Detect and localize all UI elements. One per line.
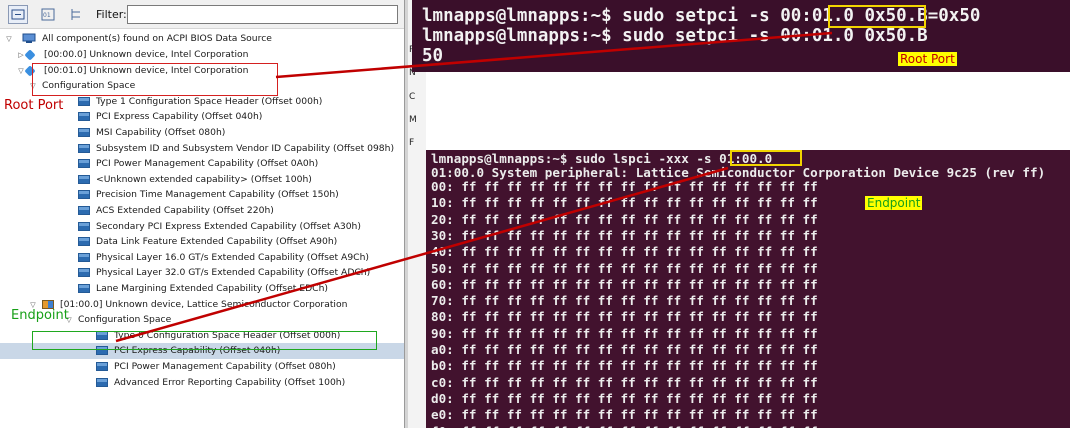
tree-item[interactable]: Advanced Error Reporting Capability (Off…: [0, 375, 404, 391]
tree-item-label: PCI Express Capability (Offset 040h): [96, 111, 263, 123]
tree-toolbar: 01 Filter:: [0, 0, 404, 29]
tree-item[interactable]: ACS Extended Capability (Offset 220h): [0, 203, 404, 219]
endpoint-box: [32, 331, 377, 350]
strip-letter: M: [409, 115, 417, 125]
terminal-line: lmnapps@lmnapps:~$ sudo setpci -s 00:01.…: [422, 26, 928, 46]
hex-dump-row: 30: ff ff ff ff ff ff ff ff ff ff ff ff …: [431, 227, 818, 243]
hex-dump-row: 70: ff ff ff ff ff ff ff ff ff ff ff ff …: [431, 293, 818, 309]
tree-item-label: <Unknown extended capability> (Offset 10…: [96, 173, 312, 185]
tree-item-label: Lane Margining Extended Capability (Offs…: [96, 283, 328, 294]
hex-dump-row: 40: ff ff ff ff ff ff ff ff ff ff ff ff …: [431, 244, 818, 260]
register-block-icon: [78, 206, 90, 215]
tree-item[interactable]: Precision Time Management Capability (Of…: [0, 187, 404, 203]
root-port-box: [32, 63, 278, 96]
tree-item-label: PCI Power Management Capability (Offset …: [114, 361, 336, 372]
hex-dump-row: e0: ff ff ff ff ff ff ff ff ff ff ff ff …: [431, 407, 818, 423]
tree-item-label: Subsystem ID and Subsystem Vendor ID Cap…: [96, 142, 395, 154]
tree-item-label: Physical Layer 32.0 GT/s Extended Capabi…: [96, 267, 371, 279]
tree-item-label: Configuration Space: [78, 314, 172, 326]
tree-item-label: Type 1 Configuration Space Header (Offse…: [96, 95, 323, 107]
hex-dump-row: 20: ff ff ff ff ff ff ff ff ff ff ff ff …: [431, 211, 818, 227]
register-block-icon: [78, 284, 90, 293]
register-block-icon: [78, 237, 90, 247]
lspci-terminal: lmnapps@lmnapps:~$ sudo lspci -xxx -s 01…: [426, 150, 1070, 428]
tree-item-label: PCI Power Management Capability (Offset …: [96, 158, 319, 170]
hex-dump-row: d0: ff ff ff ff ff ff ff ff ff ff ff ff …: [431, 390, 818, 406]
filter-label: Filter:: [96, 8, 127, 21]
expand-toggle[interactable]: ▽: [4, 31, 14, 47]
hex-dump-row: 90: ff ff ff ff ff ff ff ff ff ff ff ff …: [431, 325, 818, 341]
register-block-icon: [96, 377, 108, 387]
hex-dump-row: 60: ff ff ff ff ff ff ff ff ff ff ff ff …: [431, 276, 818, 292]
register-block-icon: [78, 221, 90, 231]
terminal-prompt: lmnapps@lmnapps:~$ sudo lspci -xxx -s 01…: [431, 151, 773, 166]
register-block-icon: [78, 128, 90, 137]
tree-item[interactable]: ▷ [00:00.0] Unknown device, Intel Corpora…: [0, 47, 404, 63]
register-block-icon: [78, 159, 90, 169]
collapse-icon: [11, 9, 25, 20]
tree-item[interactable]: <Unknown extended capability> (Offset 10…: [0, 172, 404, 188]
filter-input[interactable]: [127, 5, 398, 24]
hex-dump-row: a0: ff ff ff ff ff ff ff ff ff ff ff ff …: [431, 342, 818, 357]
tree-item-label: Secondary PCI Express Extended Capabilit…: [96, 220, 361, 232]
tree-item-label: [01:00.0] Unknown device, Lattice Semico…: [60, 298, 348, 310]
hex-dump-row: c0: ff ff ff ff ff ff ff ff ff ff ff ff …: [431, 374, 818, 390]
register-block-icon: [78, 143, 90, 153]
root-port-annotation: Root Port: [4, 98, 64, 113]
svg-text:01: 01: [43, 12, 51, 19]
tree-item[interactable]: PCI Power Management Capability (Offset …: [0, 156, 404, 172]
tree-item-label: Advanced Error Reporting Capability (Off…: [114, 376, 346, 388]
tree-item[interactable]: Lane Margining Extended Capability (Offs…: [0, 281, 404, 297]
hex-dump-row: b0: ff ff ff ff ff ff ff ff ff ff ff ff …: [431, 358, 818, 374]
tree-item[interactable]: Physical Layer 16.0 GT/s Extended Capabi…: [0, 250, 404, 266]
hex-dump-row: 10: ff ff ff ff ff ff ff ff ff ff ff ff …: [431, 195, 818, 211]
tree-item-label: Data Link Feature Extended Capability (O…: [96, 236, 338, 248]
register-block-icon: [78, 268, 90, 278]
blank-area: [426, 72, 1070, 150]
tree-item-label: ACS Extended Capability (Offset 220h): [96, 205, 274, 216]
tree-item[interactable]: Subsystem ID and Subsystem Vendor ID Cap…: [0, 141, 404, 157]
endpoint-bdf-highlight: [730, 150, 802, 166]
tree-root[interactable]: ▽ All component(s) found on ACPI BIOS Da…: [0, 31, 404, 47]
register-block-icon: [78, 112, 90, 122]
pci-device-icon: [24, 49, 36, 61]
hex-dump-row: 80: ff ff ff ff ff ff ff ff ff ff ff ff …: [431, 309, 818, 325]
hex-view-button[interactable]: 01: [38, 5, 58, 24]
tree-root-label: All component(s) found on ACPI BIOS Data…: [42, 33, 272, 44]
hex-dump-row: 50: ff ff ff ff ff ff ff ff ff ff ff ff …: [431, 260, 818, 276]
setpci-terminal: lmnapps@lmnapps:~$ sudo setpci -s 00:01.…: [412, 0, 1070, 72]
collapse-all-button[interactable]: [8, 5, 28, 24]
hex-dump-row: 00: ff ff ff ff ff ff ff ff ff ff ff ff …: [431, 179, 818, 194]
tree-item[interactable]: Secondary PCI Express Extended Capabilit…: [0, 219, 404, 235]
register-block-icon: [96, 362, 108, 371]
tree-item-label: Physical Layer 16.0 GT/s Extended Capabi…: [96, 251, 369, 263]
hex-icon: 01: [41, 8, 55, 21]
tree-view-button[interactable]: [66, 5, 86, 24]
tree-item[interactable]: MSI Capability (Offset 080h): [0, 125, 404, 141]
strip-letter: F: [409, 138, 415, 148]
tree-item[interactable]: Data Link Feature Extended Capability (O…: [0, 234, 404, 250]
terminal-output-header: 01:00.0 System peripheral: Lattice Semic…: [431, 165, 1046, 180]
tree-item-label: MSI Capability (Offset 080h): [96, 127, 226, 138]
register-block-icon: [78, 252, 90, 262]
endpoint-annotation: Endpoint: [11, 308, 69, 323]
terminal-output: 50: [422, 46, 444, 66]
computer-icon: [22, 33, 36, 44]
root-port-bdf-highlight: [828, 5, 926, 28]
tree-item[interactable]: Physical Layer 32.0 GT/s Extended Capabi…: [0, 265, 404, 281]
root-port-tag: Root Port: [898, 52, 957, 66]
hex-dump-row: f0: ff ff ff ff ff ff ff ff ff ff ff ff …: [431, 424, 818, 428]
register-block-icon: [78, 174, 90, 184]
tree-item-label: Precision Time Management Capability (Of…: [96, 189, 339, 201]
tree-icon: [71, 9, 80, 20]
strip-letter: C: [409, 92, 416, 102]
tree-item[interactable]: PCI Power Management Capability (Offset …: [0, 359, 404, 375]
register-block-icon: [78, 96, 90, 106]
endpoint-tag: Endpoint: [865, 196, 923, 210]
tree-item-label: [00:00.0] Unknown device, Intel Corporat…: [44, 49, 249, 60]
register-block-icon: [78, 190, 90, 200]
